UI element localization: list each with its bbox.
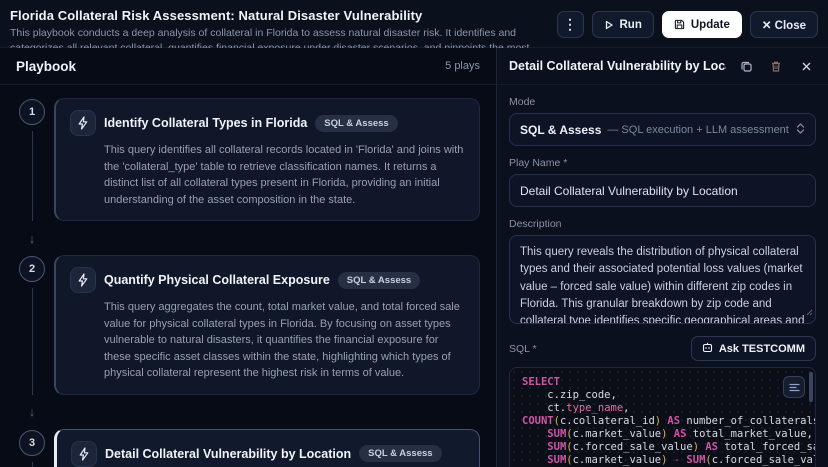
play-card-header: Identify Collateral Types in Florida SQL… xyxy=(70,110,465,136)
close-panel-icon[interactable] xyxy=(796,56,816,76)
step-connector: ↓ xyxy=(10,221,482,255)
playbook-step: 1 Identify Collateral Types in Florida S… xyxy=(10,98,482,221)
ask-testcomm-button[interactable]: Ask TESTCOMM xyxy=(691,336,816,361)
duplicate-play-button[interactable] xyxy=(736,56,756,76)
step-rail: 3 xyxy=(10,429,54,467)
description-textarea[interactable]: This query reveals the distribution of p… xyxy=(509,235,816,324)
step-number: 3 xyxy=(19,430,45,456)
step-number: 2 xyxy=(19,256,45,282)
sql-code-editor[interactable]: SELECT c.zip_code, ct.type_name,COUNT(c.… xyxy=(509,367,816,467)
playbook-step: 3 Detail Collateral Vulnerability by Loc… xyxy=(10,429,482,467)
chevron-updown-icon xyxy=(796,122,805,138)
arrow-down-icon: ↓ xyxy=(10,404,54,419)
play-card-header: Detail Collateral Vulnerability by Locat… xyxy=(71,441,465,467)
play-name-input[interactable] xyxy=(509,174,816,207)
arrow-down-icon: ↓ xyxy=(10,231,54,246)
update-button-label: Update xyxy=(691,19,730,31)
play-card[interactable]: Identify Collateral Types in Florida SQL… xyxy=(54,98,480,221)
delete-play-button[interactable] xyxy=(766,56,786,76)
header-actions: ⋮ Run Update ✕ Close xyxy=(557,8,819,38)
save-icon xyxy=(674,19,685,30)
play-mode-badge: SQL & Assess xyxy=(338,272,420,289)
play-editor-panel: Detail Collateral Vulnerability by Locat… xyxy=(496,48,828,467)
header-bar: Florida Collateral Risk Assessment: Natu… xyxy=(0,0,828,48)
lightning-icon xyxy=(71,441,97,467)
step-rail: 1 xyxy=(10,98,54,221)
play-mode-badge: SQL & Assess xyxy=(359,445,441,462)
step-rail: 2 xyxy=(10,255,54,395)
mode-value: SQL & Assess xyxy=(520,123,601,137)
play-mode-badge: SQL & Assess xyxy=(315,115,397,132)
ai-assistant-icon xyxy=(702,342,713,356)
mode-label: Mode xyxy=(509,96,816,108)
play-editor-form: Mode SQL & Assess — SQL execution + LLM … xyxy=(497,85,828,467)
format-sql-button[interactable] xyxy=(783,376,805,398)
app-window: Florida Collateral Risk Assessment: Natu… xyxy=(0,0,828,467)
play-description: This query aggregates the count, total m… xyxy=(104,299,465,382)
playbook-panel-title: Playbook xyxy=(16,59,76,74)
plays-count: 5 plays xyxy=(445,60,480,72)
lightning-icon xyxy=(70,267,96,293)
playbook-step: 2 Quantify Physical Collateral Exposure … xyxy=(10,255,482,395)
kebab-menu-button[interactable]: ⋮ xyxy=(557,11,584,38)
code-scrollbar[interactable] xyxy=(809,372,813,402)
run-button-label: Run xyxy=(620,19,642,31)
description-label: Description xyxy=(509,218,816,230)
play-card[interactable]: Quantify Physical Collateral Exposure SQ… xyxy=(54,255,480,395)
step-connector-line xyxy=(32,462,33,467)
sql-code: SELECT c.zip_code, ct.type_name,COUNT(c.… xyxy=(510,368,815,467)
step-connector-line xyxy=(32,288,33,395)
play-editor-title: Detail Collateral Vulnerability by Locat… xyxy=(509,59,726,73)
play-icon xyxy=(604,20,614,30)
play-title: Detail Collateral Vulnerability by Locat… xyxy=(105,447,351,461)
close-button[interactable]: ✕ Close xyxy=(750,11,818,38)
step-connector-line xyxy=(32,131,33,221)
playbook-steps: 1 Identify Collateral Types in Florida S… xyxy=(0,85,496,467)
playbook-panel: Playbook 5 plays 1 Identify Collateral T… xyxy=(0,48,496,467)
play-title: Identify Collateral Types in Florida xyxy=(104,116,307,130)
lightning-icon xyxy=(70,110,96,136)
mode-select[interactable]: SQL & Assess — SQL execution + LLM asses… xyxy=(509,113,816,146)
page-title: Florida Collateral Risk Assessment: Natu… xyxy=(10,8,549,23)
play-description: This query identifies all collateral rec… xyxy=(104,142,465,208)
play-card-header: Quantify Physical Collateral Exposure SQ… xyxy=(70,267,465,293)
play-name-label: Play Name * xyxy=(509,157,816,169)
play-card[interactable]: Detail Collateral Vulnerability by Locat… xyxy=(54,429,480,467)
sql-header-row: SQL * Ask TESTCOMM xyxy=(509,336,816,361)
play-title: Quantify Physical Collateral Exposure xyxy=(104,273,330,287)
resize-handle[interactable] xyxy=(806,303,813,321)
update-button[interactable]: Update xyxy=(662,11,742,38)
ask-testcomm-label: Ask TESTCOMM xyxy=(719,343,805,355)
main-content: Playbook 5 plays 1 Identify Collateral T… xyxy=(0,48,828,467)
sql-label: SQL * xyxy=(509,343,537,355)
mode-hint: — SQL execution + LLM assessment xyxy=(607,124,790,136)
playbook-panel-header: Playbook 5 plays xyxy=(0,48,496,85)
step-number: 1 xyxy=(19,99,45,125)
run-button[interactable]: Run xyxy=(592,11,654,38)
step-connector: ↓ xyxy=(10,395,482,429)
play-editor-header: Detail Collateral Vulnerability by Locat… xyxy=(497,48,828,85)
